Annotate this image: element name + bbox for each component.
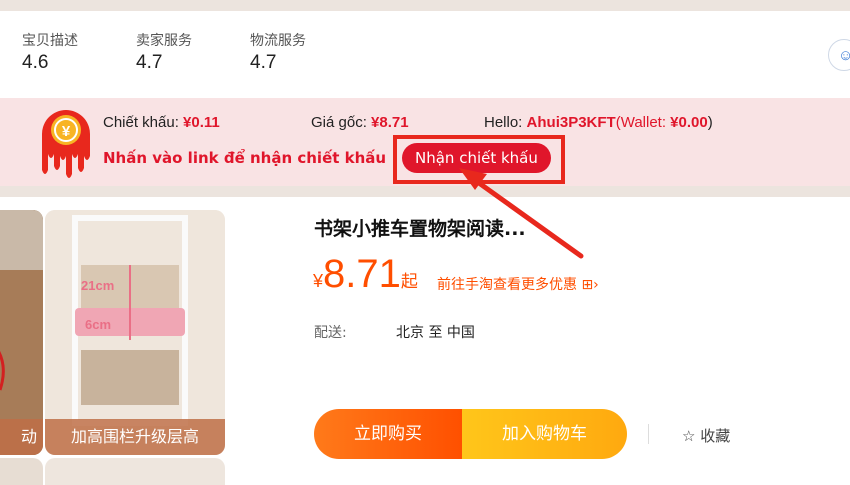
price-currency: ¥	[313, 271, 324, 291]
discount-banner: ¥ Chiết khấu: ¥0.11 Giá gốc: ¥8.71 Hello…	[0, 98, 850, 186]
gallery-thumbnail[interactable]: 21cm 6cm 加高围栏升级层高	[45, 210, 225, 455]
rating-label: 物流服务	[250, 33, 306, 49]
shipping-label: 配送:	[314, 325, 347, 341]
wallet-close: )	[707, 114, 713, 131]
chat-icon[interactable]: ☺	[828, 39, 850, 71]
discount-value: ¥0.11	[183, 114, 220, 131]
rating-value: 4.7	[136, 52, 163, 73]
rating-label: 卖家服务	[136, 33, 192, 49]
dimension-label: 21cm	[81, 278, 115, 293]
discount-info: Chiết khấu: ¥0.11	[103, 114, 220, 131]
section-divider	[0, 186, 850, 197]
discount-instruction: Nhấn vào link để nhận chiết khấu	[103, 149, 387, 167]
rating-label: 宝贝描述	[22, 33, 78, 49]
gallery-thumbnail[interactable]: 动	[0, 210, 43, 455]
discount-logo-icon: ¥	[42, 110, 90, 178]
original-price-value: ¥8.71	[371, 114, 409, 131]
rating-value: 4.6	[22, 52, 49, 73]
dimension-label: 6cm	[85, 317, 112, 332]
action-divider	[648, 424, 649, 444]
add-to-cart-button[interactable]: 加入购物车	[462, 409, 627, 459]
gallery-thumbnail[interactable]	[0, 458, 43, 485]
buy-now-button[interactable]: 立即购买	[314, 409, 462, 459]
user-info: Hello: Ahui3P3KFT(Wallet: ¥0.00)	[484, 114, 713, 131]
original-price-info: Giá gốc: ¥8.71	[311, 114, 409, 131]
favorite-button[interactable]: ☆ 收藏	[682, 425, 730, 446]
discount-label: Chiết khấu:	[103, 114, 184, 131]
thumbnail-caption: 加高围栏升级层高	[45, 419, 225, 455]
price-suffix: 起	[400, 272, 418, 292]
rating-description: 宝贝描述 4.6	[22, 30, 78, 74]
hello-label: Hello:	[484, 114, 527, 131]
wallet-value: ¥0.00	[670, 114, 708, 131]
price-value: 8.71	[323, 252, 401, 296]
original-price-label: Giá gốc:	[311, 114, 372, 131]
product-price: ¥8.71起	[313, 252, 418, 297]
username: Ahui3P3KFT	[526, 114, 616, 131]
more-offers-link[interactable]: 前往手淘查看更多优惠 ⊞›	[437, 274, 599, 294]
wallet-label: (Wallet:	[615, 114, 671, 131]
rating-logistics: 物流服务 4.7	[250, 30, 306, 74]
rating-service: 卖家服务 4.7	[136, 30, 192, 74]
product-title: 书架小推车置物架阅读...	[314, 218, 526, 240]
gallery-thumbnail[interactable]	[45, 458, 225, 485]
thumbnail-caption: 动	[0, 419, 43, 455]
shop-ratings: 宝贝描述 4.6 卖家服务 4.7 物流服务 4.7 ☺	[0, 11, 850, 98]
top-strip	[0, 0, 850, 11]
highlight-box	[393, 135, 565, 184]
logo-glyph: ¥	[62, 123, 71, 140]
shipping-route[interactable]: 北京 至 中国	[396, 322, 475, 342]
rating-value: 4.7	[250, 52, 277, 73]
